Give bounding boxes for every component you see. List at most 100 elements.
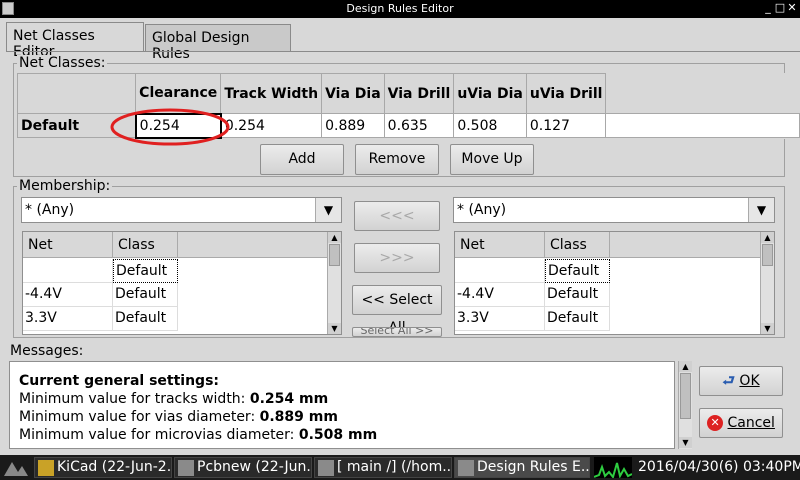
clock: 2016/04/30(6) 03:40PM	[638, 459, 800, 475]
move-right-button[interactable]: >>>	[354, 243, 440, 273]
scroll-up-icon[interactable]: ▲	[679, 361, 692, 372]
cell-uvia-drill[interactable]: 0.127	[525, 113, 607, 138]
left-filter-value: * (Any)	[25, 202, 75, 218]
chevron-down-icon[interactable]: ▼	[748, 198, 774, 222]
column-header-track-width[interactable]: Track Width	[220, 73, 323, 114]
title-bar: Design Rules Editor _ □ ✕	[0, 0, 800, 18]
highlight-circle	[110, 108, 230, 146]
grid-empty-cell	[605, 113, 800, 138]
taskbar-item-main[interactable]: [ main /] (/hom...	[314, 457, 452, 478]
start-menu-icon[interactable]	[2, 458, 28, 478]
table-row-class[interactable]: Default	[113, 259, 178, 283]
left-list-scrollbar[interactable]: ▲ ▼	[327, 232, 341, 334]
maximize-button[interactable]: □	[774, 1, 786, 15]
kicad-icon	[38, 460, 54, 476]
add-button[interactable]: Add	[260, 144, 344, 175]
ok-arrow-icon: ⮐	[722, 373, 735, 389]
message-label: Minimum value for microvias diameter:	[19, 427, 295, 443]
table-row-net[interactable]	[455, 259, 545, 283]
ok-button[interactable]: ⮐ OK	[699, 366, 783, 396]
left-column-header-class[interactable]: Class	[113, 232, 178, 258]
cell-via-dia[interactable]: 0.889	[321, 113, 385, 138]
scroll-down-icon[interactable]: ▼	[761, 323, 774, 334]
window-title: Design Rules Editor	[346, 2, 454, 15]
left-net-list[interactable]: Net Class Default -4.4V Default 3.3V Def…	[22, 231, 342, 335]
design-rules-icon	[458, 460, 474, 476]
editor-icon	[318, 460, 334, 476]
select-all-left-button[interactable]: << Select All	[352, 285, 442, 336]
messages-scrollbar[interactable]: ▲ ▼	[678, 361, 692, 449]
message-value: 0.254 mm	[249, 391, 329, 407]
cancel-label: Cancel	[727, 415, 775, 431]
tab-net-classes-editor[interactable]: Net Classes Editor	[6, 22, 144, 60]
right-class-filter-select[interactable]: * (Any) ▼	[453, 197, 775, 223]
cancel-x-icon: ✕	[707, 415, 724, 431]
table-row-net[interactable]: -4.4V	[455, 283, 545, 307]
left-column-header-net[interactable]: Net	[23, 232, 113, 258]
message-value: 0.508 mm	[298, 427, 378, 443]
cell-uvia-dia[interactable]: 0.508	[453, 113, 527, 138]
right-column-header-net[interactable]: Net	[455, 232, 545, 258]
messages-panel: Current general settings: Minimum value …	[9, 361, 675, 449]
cpu-monitor-icon	[594, 457, 632, 478]
message-label: Minimum value for tracks width:	[19, 391, 246, 407]
scroll-thumb[interactable]	[762, 244, 773, 266]
right-list-scrollbar[interactable]: ▲ ▼	[760, 232, 774, 334]
message-line: Minimum value for microvias diameter: 0.…	[19, 426, 665, 444]
taskbar-item-label: [ main /] (/hom...	[337, 459, 452, 475]
message-label: Minimum value for vias diameter:	[19, 409, 256, 425]
select-all-right-button[interactable]: Select All >>	[352, 327, 442, 337]
table-row-net[interactable]: 3.3V	[455, 307, 545, 331]
pcbnew-icon	[178, 460, 194, 476]
table-row-net[interactable]: -4.4V	[23, 283, 113, 307]
tab-divider	[6, 51, 800, 52]
column-header-via-drill[interactable]: Via Drill	[383, 73, 455, 114]
scroll-down-icon[interactable]: ▼	[679, 437, 692, 448]
table-row-net[interactable]	[23, 259, 113, 283]
scroll-up-icon[interactable]: ▲	[328, 232, 341, 243]
messages-heading: Current general settings:	[19, 373, 220, 389]
taskbar-item-pcbnew[interactable]: Pcbnew (22-Jun...	[174, 457, 312, 478]
right-filter-value: * (Any)	[457, 202, 507, 218]
ok-label: OK	[739, 373, 760, 389]
scroll-thumb[interactable]	[680, 373, 691, 419]
column-header-via-dia[interactable]: Via Dia	[321, 73, 385, 114]
table-row-class[interactable]: Default	[113, 283, 178, 307]
left-class-filter-select[interactable]: * (Any) ▼	[21, 197, 342, 223]
move-left-button[interactable]: <<<	[354, 201, 440, 231]
scroll-thumb[interactable]	[329, 244, 340, 266]
messages-label: Messages:	[8, 343, 86, 359]
scroll-down-icon[interactable]: ▼	[328, 323, 341, 334]
left-column-header-empty	[178, 232, 328, 258]
table-row-class[interactable]: Default	[545, 307, 610, 331]
right-column-header-empty	[610, 232, 760, 258]
table-row-class[interactable]: Default	[545, 259, 610, 283]
taskbar-item-design-rules[interactable]: Design Rules E...	[454, 457, 590, 478]
column-header-uvia-dia[interactable]: uVia Dia	[453, 73, 527, 114]
table-row-net[interactable]: 3.3V	[23, 307, 113, 331]
scroll-up-icon[interactable]: ▲	[761, 232, 774, 243]
table-row-class[interactable]: Default	[545, 283, 610, 307]
taskbar-item-label: Pcbnew (22-Jun...	[197, 459, 312, 475]
message-value: 0.889 mm	[259, 409, 338, 425]
taskbar: KiCad (22-Jun-2... Pcbnew (22-Jun... [ m…	[0, 455, 800, 480]
cancel-button[interactable]: ✕ Cancel	[699, 408, 783, 438]
cell-via-drill[interactable]: 0.635	[383, 113, 455, 138]
minimize-button[interactable]: _	[762, 1, 774, 15]
cell-track-width[interactable]: 0.254	[220, 113, 323, 138]
message-line: Minimum value for tracks width: 0.254 mm	[19, 390, 665, 408]
taskbar-item-label: KiCad (22-Jun-2...	[57, 459, 172, 475]
tab-global-design-rules[interactable]: Global Design Rules	[145, 24, 291, 62]
chevron-down-icon[interactable]: ▼	[315, 198, 341, 222]
close-button[interactable]: ✕	[786, 1, 798, 15]
move-up-button[interactable]: Move Up	[450, 144, 534, 175]
net-classes-label: Net Classes:	[17, 55, 108, 71]
taskbar-item-label: Design Rules E...	[477, 459, 590, 475]
remove-button[interactable]: Remove	[355, 144, 439, 175]
column-header-uvia-drill[interactable]: uVia Drill	[525, 73, 607, 114]
right-column-header-class[interactable]: Class	[545, 232, 610, 258]
membership-label: Membership:	[17, 178, 113, 194]
taskbar-item-kicad[interactable]: KiCad (22-Jun-2...	[34, 457, 172, 478]
table-row-class[interactable]: Default	[113, 307, 178, 331]
right-net-list[interactable]: Net Class Default -4.4V Default 3.3V Def…	[454, 231, 775, 335]
